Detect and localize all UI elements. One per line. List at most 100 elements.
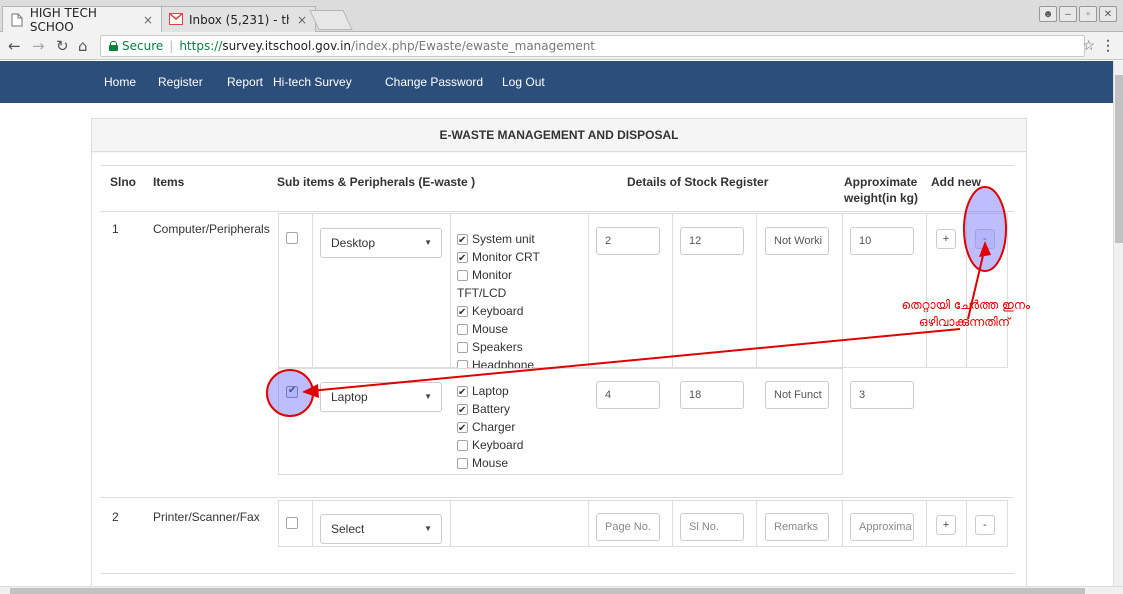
peripheral-mouse[interactable]: Mouse (457, 454, 508, 472)
checkbox[interactable] (457, 384, 468, 402)
weight-input[interactable]: Approxima (850, 513, 914, 541)
add-row-button[interactable]: + (936, 515, 956, 535)
peripheral-label: TFT/LCD (457, 286, 507, 300)
peripheral-label: Speakers (472, 340, 523, 354)
remove-row-button[interactable]: - (975, 515, 995, 535)
user-icon[interactable]: ☻ (1039, 6, 1057, 22)
checkbox[interactable] (457, 457, 468, 469)
horizontal-scrollbar[interactable] (0, 586, 1123, 594)
peripheral-label: Keyboard (472, 304, 524, 318)
peripheral-label: Mouse (472, 322, 509, 336)
annotation-line-2: ഒഴിവാക്കുന്നതിന് (919, 315, 1010, 329)
peripheral-keyboard[interactable]: Keyboard (457, 436, 523, 454)
nav-logout[interactable]: Log Out (502, 75, 545, 89)
annotation-text: തെറ്റായി ചേർത്ത ഇനം ഒഴിവാക്കുന്നതിന് (830, 297, 1031, 331)
tab-inbox[interactable]: Inbox (5,231) - thon × (160, 6, 316, 32)
peripheral-mouse[interactable]: Mouse (457, 320, 508, 338)
row1-slno: 1 (112, 222, 119, 236)
scroll-thumb[interactable] (1115, 75, 1123, 243)
menu-icon[interactable]: ⋮ (1101, 37, 1115, 54)
checkbox[interactable] (457, 402, 468, 420)
close-icon[interactable]: × (143, 13, 153, 27)
peripheral-label: Battery (472, 402, 511, 416)
divider (100, 573, 1014, 574)
subitem-checkbox[interactable] (286, 385, 298, 398)
checkbox[interactable] (457, 439, 468, 451)
browser-tab-bar: HIGH TECH SCHOO × Inbox (5,231) - thon ×… (0, 0, 1123, 34)
minimize-icon[interactable]: – (1059, 6, 1077, 22)
tab-title: Inbox (5,231) - thon (189, 12, 289, 27)
page-no-input[interactable]: Page No. (596, 513, 660, 541)
peripheral-monitor[interactable]: Monitor (457, 266, 512, 284)
secure-label: Secure (122, 39, 164, 53)
peripheral-system-unit[interactable]: System unit (457, 230, 535, 250)
home-icon[interactable]: ⌂ (78, 37, 88, 55)
checkbox[interactable] (457, 323, 468, 335)
subitem-select[interactable]: Laptop ▼ (320, 382, 442, 412)
add-row-button[interactable]: + (936, 229, 956, 249)
remarks-input[interactable]: Not Worki (765, 227, 829, 255)
peripheral-label: Mouse (472, 456, 509, 470)
close-window-icon[interactable]: ✕ (1099, 6, 1117, 22)
url-host: survey.itschool.gov.in (222, 39, 352, 53)
peripheral-charger[interactable]: Charger (457, 418, 515, 438)
remove-row-button[interactable]: - (975, 229, 995, 249)
peripheral-speakers[interactable]: Speakers (457, 338, 523, 356)
weight-input[interactable]: 3 (850, 381, 914, 409)
peripheral-monitor-crt[interactable]: Monitor CRT (457, 248, 540, 268)
checkbox[interactable] (457, 269, 468, 281)
header-slno: Slno (110, 175, 136, 189)
header-stock: Details of Stock Register (627, 175, 769, 189)
tab-high-tech-school[interactable]: HIGH TECH SCHOO × (2, 5, 162, 34)
nav-report[interactable]: Report (227, 75, 263, 89)
nav-home[interactable]: Home (104, 75, 136, 89)
bookmark-star-icon[interactable]: ☆ (1082, 37, 1095, 54)
checkbox[interactable] (457, 250, 468, 268)
checkbox[interactable] (457, 232, 468, 250)
sl-no-input[interactable]: 12 (680, 227, 744, 255)
subitem-checkbox[interactable] (286, 517, 298, 529)
peripheral-keyboard[interactable]: Keyboard (457, 302, 524, 322)
subitem-select[interactable]: Desktop ▼ (320, 228, 442, 258)
subitem-checkbox[interactable] (286, 232, 298, 244)
checkbox[interactable] (457, 304, 468, 322)
peripheral-battery[interactable]: Battery (457, 400, 511, 420)
sl-no-input[interactable]: Sl No. (680, 513, 744, 541)
header-items: Items (153, 175, 185, 189)
row2-slno: 2 (112, 510, 119, 524)
divider (966, 213, 967, 368)
nav-hitech-survey[interactable]: Hi-tech Survey (273, 75, 352, 89)
weight-input[interactable]: 10 (850, 227, 914, 255)
select-value: Desktop (331, 236, 376, 250)
url-field[interactable]: Secure | https:// survey.itschool.gov.in… (100, 35, 1085, 57)
nav-change-password[interactable]: Change Password (385, 75, 483, 89)
row1-item: Computer/Peripherals (153, 222, 270, 236)
divider (588, 500, 589, 547)
sl-no-input[interactable]: 18 (680, 381, 744, 409)
peripheral-label: Monitor CRT (472, 250, 540, 264)
remarks-input[interactable]: Remarks (765, 513, 829, 541)
reload-icon[interactable]: ↻ (56, 37, 69, 55)
divider (842, 500, 843, 547)
maximize-icon[interactable]: ▫ (1079, 6, 1097, 22)
peripheral-laptop[interactable]: Laptop (457, 382, 509, 402)
scroll-thumb[interactable] (10, 588, 1085, 594)
back-icon[interactable]: ← (8, 37, 21, 55)
row2-item: Printer/Scanner/Fax (153, 510, 260, 524)
page-viewport: Home Register Report Hi-tech Survey Chan… (0, 61, 1113, 586)
remarks-input[interactable]: Not Funct (765, 381, 829, 409)
divider (966, 500, 967, 547)
vertical-scrollbar[interactable] (1113, 61, 1123, 586)
subitem-select[interactable]: Select ▼ (320, 514, 442, 544)
nav-register[interactable]: Register (158, 75, 203, 89)
checkbox[interactable] (457, 341, 468, 353)
page-no-input[interactable]: 2 (596, 227, 660, 255)
page-no-input[interactable]: 4 (596, 381, 660, 409)
checkbox[interactable] (457, 420, 468, 438)
page-icon (11, 13, 24, 27)
tab-title: HIGH TECH SCHOO (29, 5, 97, 34)
forward-icon[interactable]: → (32, 37, 45, 55)
close-icon[interactable]: × (297, 13, 307, 27)
divider (100, 497, 1014, 498)
divider (926, 213, 927, 368)
